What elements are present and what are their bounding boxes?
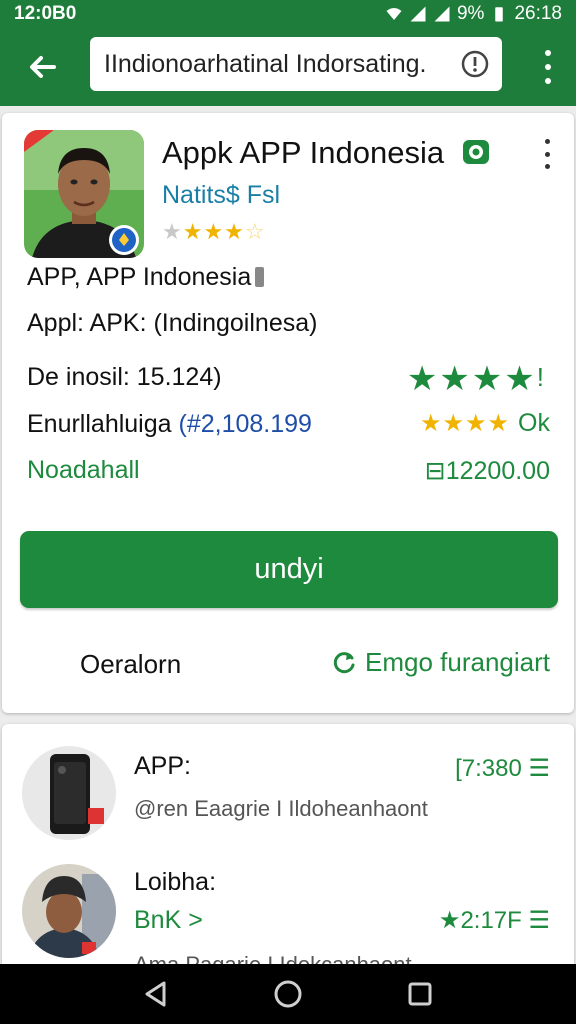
status-bar: 12:0B0 9% 26:18 bbox=[0, 0, 576, 28]
price-label: Enurllahluiga bbox=[27, 410, 172, 438]
app-size: ⊟12200.00 bbox=[424, 457, 550, 485]
app-category-text: APP, APP Indonesia bbox=[27, 263, 252, 291]
list-item-subtitle: @ren Eaagrie I Ildoheanhaont bbox=[134, 796, 428, 821]
list-item-tag[interactable]: BnK > bbox=[134, 906, 203, 935]
status-icons: 9% 26:18 bbox=[385, 3, 562, 25]
app-title: Appk APP Indonesia bbox=[162, 135, 445, 170]
star-icon: ★ bbox=[162, 219, 183, 244]
star-half-icon: ☆ bbox=[244, 219, 266, 244]
install-button[interactable]: undyi bbox=[20, 531, 558, 608]
info-icon[interactable] bbox=[460, 49, 490, 79]
app-detail-card: Appk APP Indonesia Natits$ Fsl ★★★★☆ APP… bbox=[2, 113, 574, 713]
star-icon: ★★★ bbox=[182, 219, 245, 244]
signal-icon bbox=[410, 6, 426, 22]
lock-icon bbox=[255, 267, 265, 287]
price-value: (#2,108.199 bbox=[178, 410, 312, 438]
rating-tail: ! bbox=[536, 362, 546, 392]
battery-level: 9% bbox=[456, 3, 485, 24]
star-icons-large: ★★★★ bbox=[406, 360, 537, 398]
card-more-icon[interactable] bbox=[542, 139, 552, 169]
list-item-subtitle: Ama Pagarie I Idokcanhaont bbox=[134, 952, 412, 964]
more-vert-icon[interactable] bbox=[536, 50, 560, 84]
list-item-meta: [7:380 ☰ bbox=[455, 755, 550, 782]
back-button[interactable] bbox=[12, 37, 72, 97]
rating-count: Ok bbox=[518, 409, 550, 437]
phone-thumbnail bbox=[22, 746, 116, 840]
developer-link[interactable]: Natits$ Fsl bbox=[162, 181, 280, 210]
search-input[interactable]: IIndionoarhatinal Indorsating. bbox=[104, 50, 460, 79]
list-item[interactable]: Loibha: BnK > Ama Pagarie I Idokcanhaont… bbox=[2, 848, 574, 964]
related-apps-list: APP: @ren Eaagrie I Ildoheanhaont [7:380… bbox=[2, 724, 574, 964]
share-label: Emgo furangiart bbox=[365, 647, 550, 677]
search-field[interactable]: IIndionoarhatinal Indorsating. bbox=[90, 37, 502, 91]
battery-icon bbox=[495, 7, 504, 22]
verified-badge-icon bbox=[463, 140, 489, 164]
app-category-row: APP, APP Indonesia bbox=[27, 263, 265, 292]
nav-recents-button[interactable] bbox=[400, 974, 440, 1014]
system-nav-bar bbox=[0, 964, 576, 1024]
rating-stars-small: ★★★★☆ bbox=[162, 219, 266, 245]
app-package-row: Appl: APK: (Indingoilnesa) bbox=[27, 309, 318, 337]
star-icons-medium: ★★★★ bbox=[419, 410, 511, 437]
share-button[interactable]: Emgo furangiart bbox=[331, 647, 550, 678]
list-item[interactable]: APP: @ren Eaagrie I Ildoheanhaont [7:380… bbox=[2, 724, 574, 844]
wifi-icon bbox=[386, 8, 402, 20]
app-avatar-image bbox=[24, 130, 144, 258]
square-recents-icon bbox=[408, 982, 432, 1006]
price-row: Enurllahluiga (#2,108.199 bbox=[27, 410, 312, 439]
nav-back-button[interactable] bbox=[136, 974, 176, 1014]
list-item-title: APP: bbox=[134, 752, 191, 780]
list-item-meta: ★2:17F ☰ bbox=[438, 907, 550, 934]
nav-home-button[interactable] bbox=[268, 974, 308, 1014]
downloads-row: De inosil: 15.124) bbox=[27, 363, 222, 391]
status-clock-right: 26:18 bbox=[514, 3, 562, 24]
triangle-back-icon bbox=[145, 981, 166, 1007]
app-bar: IIndionoarhatinal Indorsating. bbox=[0, 28, 576, 106]
circle-home-icon bbox=[274, 980, 302, 1008]
arrow-back-icon bbox=[30, 56, 56, 78]
refresh-icon bbox=[333, 651, 355, 673]
status-time: 12:0B0 bbox=[14, 3, 77, 24]
app-icon[interactable] bbox=[24, 130, 144, 258]
rating-summary: ★★★★ Ok bbox=[420, 409, 550, 438]
signal-icon-2 bbox=[434, 6, 450, 22]
list-item-title: Loibha: bbox=[134, 868, 217, 896]
details-button[interactable]: Oeralorn bbox=[80, 649, 181, 680]
rating-stars-large: ★★★★! bbox=[407, 359, 546, 399]
person-thumbnail bbox=[22, 864, 116, 958]
status-link[interactable]: Noadahall bbox=[27, 456, 140, 485]
